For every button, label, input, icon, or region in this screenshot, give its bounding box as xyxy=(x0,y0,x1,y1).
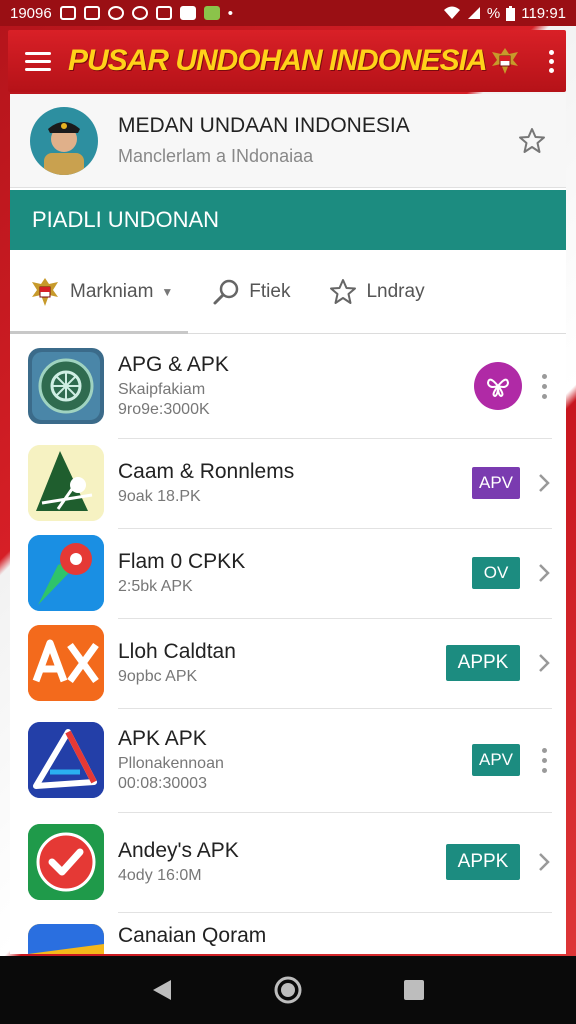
status-clock: 119:91 xyxy=(521,4,566,22)
app-list: APG & APK Skaipfakiam 9ro9e:3000K Caam &… xyxy=(10,334,566,954)
officer-avatar-icon xyxy=(44,121,84,175)
list-item[interactable]: Flam 0 CPKK 2:5bk APK OV xyxy=(10,528,566,618)
list-item-title: APG & APK xyxy=(118,353,229,376)
favorite-button[interactable] xyxy=(510,119,554,163)
magenta-action-button[interactable] xyxy=(474,362,522,410)
apk-badge[interactable]: APV xyxy=(472,467,520,499)
signal-icon xyxy=(467,7,480,19)
list-item[interactable]: Canaian Qoram xyxy=(10,912,566,954)
list-item[interactable]: Caam & Ronnlems 9oak 18.PK APV xyxy=(10,438,566,528)
list-item-text: Flam 0 CPKK 2:5bk APK xyxy=(118,550,472,596)
list-item-title: Canaian Qoram xyxy=(118,924,267,947)
chevron-right-icon[interactable] xyxy=(532,473,556,493)
apk-badge[interactable]: APPK xyxy=(446,645,520,681)
list-item-title: Andey's APK xyxy=(118,839,239,862)
tab-markniam[interactable]: Markniam ▼ xyxy=(28,275,173,309)
system-nav-bar xyxy=(0,956,576,1024)
apk-badge[interactable]: OV xyxy=(472,557,520,589)
home-icon[interactable] xyxy=(274,976,302,1004)
list-item-text: Canaian Qoram xyxy=(118,924,566,948)
list-item-subtitle: 2:5bk APK xyxy=(118,578,193,595)
star-icon xyxy=(330,278,357,304)
status-right: % 119:91 xyxy=(443,5,566,22)
emblem-icon xyxy=(32,277,58,306)
status-bar: 19096 • % 119:91 xyxy=(0,0,576,26)
list-item-meta: 9ro9e:3000K xyxy=(118,401,210,418)
chevron-right-icon[interactable] xyxy=(532,653,556,673)
wheel-app-icon xyxy=(28,348,104,424)
search-icon xyxy=(213,279,239,304)
list-item[interactable]: Andey's APK 4ody 16:0M APPK xyxy=(10,812,566,912)
main-card: MEDAN UNDAAN INDONESIA Manclerlam a INdo… xyxy=(10,94,566,954)
list-item-text: Andey's APK 4ody 16:0M xyxy=(118,839,446,885)
tab-lndray[interactable]: Lndray xyxy=(328,277,425,307)
list-item[interactable]: Lloh Caldtan 9opbc APK APPK xyxy=(10,618,566,708)
profile-subtitle: Manclerlam a INdonaiaa xyxy=(118,146,314,166)
tab-label: Ftiek xyxy=(249,280,291,302)
menu-icon[interactable] xyxy=(8,30,68,92)
butterfly-icon xyxy=(486,378,510,398)
list-item-title: Lloh Caldtan xyxy=(118,640,236,663)
app-notif-icon xyxy=(131,6,148,20)
back-icon[interactable] xyxy=(151,978,173,1002)
item-overflow-icon[interactable] xyxy=(532,747,556,773)
section-banner: PIADLI UNDONAN xyxy=(10,190,566,250)
screenshot-icon xyxy=(155,6,172,20)
tab-label: Lndray xyxy=(366,280,425,302)
chevron-right-icon[interactable] xyxy=(532,563,556,583)
caret-down-icon: ▼ xyxy=(161,284,174,299)
status-left: 19096 • xyxy=(10,5,233,22)
profile-text: MEDAN UNDAAN INDONESIA Manclerlam a INdo… xyxy=(118,114,510,167)
list-item-meta: 00:08:30003 xyxy=(118,775,207,792)
list-item-subtitle: 4ody 16:0M xyxy=(118,867,202,884)
profile-header[interactable]: MEDAN UNDAAN INDONESIA Manclerlam a INdo… xyxy=(10,94,566,188)
list-item-subtitle: 9oak 18.PK xyxy=(118,488,201,505)
list-item-text: Lloh Caldtan 9opbc APK xyxy=(118,640,446,686)
tab-bar: Markniam ▼ Ftiek Lndray xyxy=(10,250,566,334)
dot-icon: • xyxy=(227,4,233,22)
list-item-subtitle: 9opbc APK xyxy=(118,668,198,685)
list-item[interactable]: APG & APK Skaipfakiam 9ro9e:3000K xyxy=(10,334,566,438)
status-time-left: 19096 xyxy=(10,4,52,22)
list-item-title: Flam 0 CPKK xyxy=(118,550,246,573)
app-title: PUSAR UNDOHAN INDONESIA xyxy=(68,44,488,77)
recents-icon[interactable] xyxy=(403,979,425,1001)
mail-icon xyxy=(83,6,100,20)
garuda-emblem-icon xyxy=(492,48,518,74)
tree-app-icon xyxy=(28,445,104,521)
star-outline-icon xyxy=(519,127,545,153)
list-item[interactable]: APK APK Pllonakennoan 00:08:30003 APV xyxy=(10,708,566,812)
gallery-icon xyxy=(179,6,196,20)
tab-ftiek[interactable]: Ftiek xyxy=(211,277,290,307)
wifi-icon xyxy=(443,6,460,19)
list-item-title: APK APK xyxy=(118,727,207,750)
list-item-text: APK APK Pllonakennoan 00:08:30003 xyxy=(118,727,472,793)
list-item-subtitle: Skaipfakiam xyxy=(118,381,206,398)
tab-label: Markniam xyxy=(70,280,154,302)
battery-mini-icon xyxy=(203,6,220,20)
list-item-text: Caam & Ronnlems 9oak 18.PK xyxy=(118,460,472,506)
overflow-menu-icon[interactable] xyxy=(536,49,566,73)
chat-icon xyxy=(107,6,124,20)
banner-label: PIADLI UNDONAN xyxy=(32,207,220,232)
battery-percent: % xyxy=(486,4,501,22)
chevron-right-icon[interactable] xyxy=(532,852,556,872)
app-bar: PUSAR UNDOHAN INDONESIA xyxy=(8,30,566,92)
apk-badge[interactable]: APPK xyxy=(446,844,520,880)
avatar xyxy=(30,106,98,175)
pin-app-icon xyxy=(28,535,104,611)
item-overflow-icon[interactable] xyxy=(532,373,556,399)
battery-icon xyxy=(506,5,516,21)
list-item-subtitle: Pllonakennoan xyxy=(118,755,224,772)
list-item-text: APG & APK Skaipfakiam 9ro9e:3000K xyxy=(118,353,474,419)
list-item-title: Caam & Ronnlems xyxy=(118,460,295,483)
apk-badge[interactable]: APV xyxy=(472,744,520,776)
check-app-icon xyxy=(28,824,104,900)
notification-icon xyxy=(59,6,76,20)
ax-app-icon xyxy=(28,625,104,701)
partial-app-icon xyxy=(28,924,104,954)
arrow-app-icon xyxy=(28,722,104,798)
profile-name: MEDAN UNDAAN INDONESIA xyxy=(118,114,410,137)
